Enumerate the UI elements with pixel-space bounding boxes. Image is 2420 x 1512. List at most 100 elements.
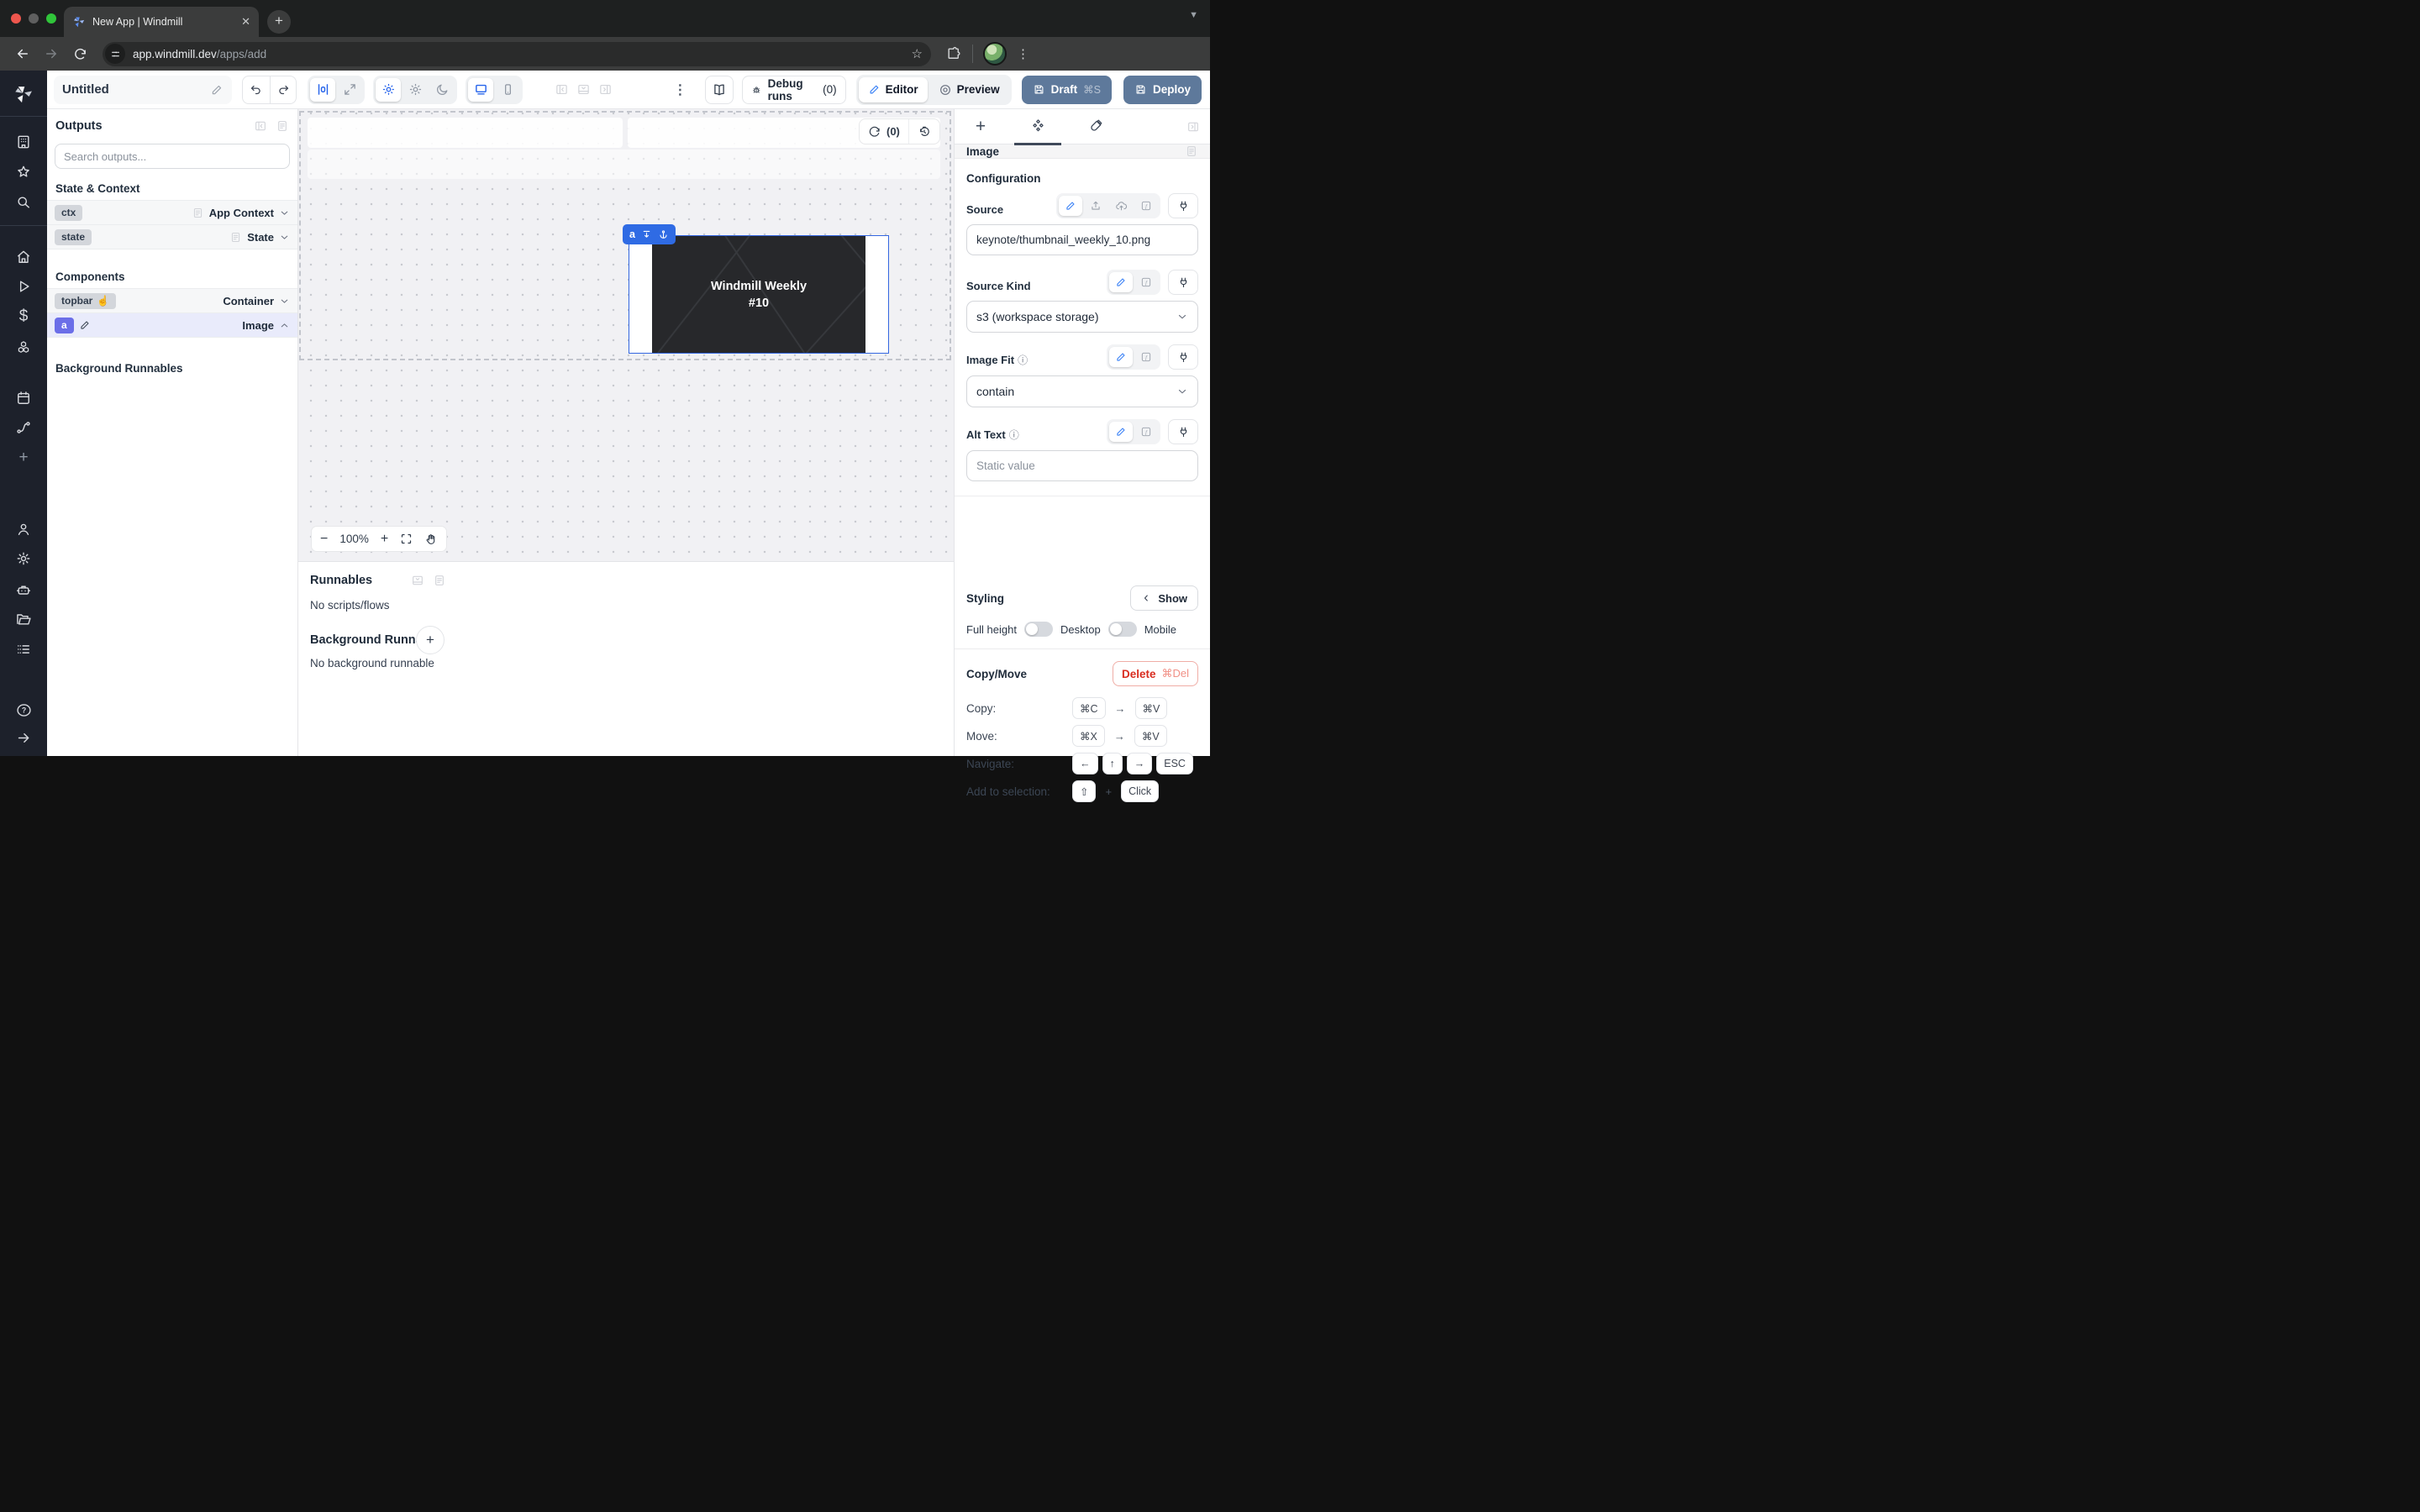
connect-plug-button[interactable] [1168,344,1198,370]
outputs-search-input[interactable] [55,144,290,169]
maximize-window-button[interactable] [46,13,56,24]
back-button[interactable] [10,41,35,66]
expand-canvas-button[interactable] [337,78,362,102]
eval-function-icon[interactable]: f [1134,347,1158,367]
draft-button[interactable]: Draft ⌘S [1022,76,1112,104]
styling-tab[interactable] [1081,109,1109,144]
redo-button[interactable] [270,76,297,103]
upload-icon[interactable] [1084,196,1107,216]
debug-runs-button[interactable]: Debug runs (0) [742,76,845,104]
browser-tab[interactable]: New App | Windmill ✕ [64,7,259,37]
windmill-logo-icon[interactable] [0,83,47,105]
cloud-upload-icon[interactable] [1109,196,1133,216]
chevron-down-icon[interactable] [279,296,290,307]
full-height-desktop-toggle[interactable] [1024,622,1053,637]
new-tab-button[interactable]: + [267,10,291,34]
reload-button[interactable] [67,41,92,66]
connect-plug-button[interactable] [1168,193,1198,218]
close-window-button[interactable] [11,13,21,24]
component-row-a[interactable]: a Image [47,312,297,338]
output-row-ctx[interactable]: ctx App Context [47,200,297,225]
workers-robot-icon[interactable] [0,581,47,598]
browser-menu-icon[interactable]: ⋮ [1017,52,1029,56]
rename-pencil-icon[interactable] [79,319,91,331]
undo-button[interactable] [243,76,270,103]
collapse-inspector-icon[interactable] [1186,120,1200,134]
static-pencil-icon[interactable] [1059,196,1082,216]
mobile-view-button[interactable] [495,78,520,102]
theme-light-sun-icon[interactable] [402,78,428,102]
static-pencil-icon[interactable] [1109,347,1133,367]
app-title-field[interactable]: Untitled [54,76,232,104]
collapse-runnables-icon[interactable] [411,574,424,587]
docs-book-button[interactable] [705,76,734,104]
toggle-bottom-panel-icon[interactable] [576,82,591,97]
extensions-puzzle-icon[interactable] [946,46,962,62]
image-fit-select[interactable]: contain [966,375,1198,407]
pan-hand-icon[interactable] [424,533,438,546]
url-bar[interactable]: app.windmill.dev/apps/add ☆ [103,42,931,66]
collapse-rail-arrow-icon[interactable] [0,730,47,746]
eval-function-icon[interactable]: f [1134,272,1158,292]
component-doc-icon[interactable] [1185,144,1198,158]
expand-down-icon[interactable] [641,229,652,240]
container-row[interactable] [308,150,940,179]
add-background-runnable-button[interactable]: + [416,626,445,654]
refresh-components-button[interactable]: (0) [860,119,908,144]
delete-component-button[interactable]: Delete ⌘Del [1113,661,1198,686]
full-height-mobile-toggle[interactable] [1108,622,1137,637]
fit-view-icon[interactable] [400,533,413,545]
minimize-window-button[interactable] [29,13,39,24]
connect-plug-button[interactable] [1168,270,1198,295]
add-plus-icon[interactable]: + [0,449,47,467]
history-button[interactable] [908,119,939,144]
logs-list-icon[interactable] [0,641,47,658]
selected-image-component[interactable]: Windmill Weekly #10 [629,235,889,354]
chevron-up-icon[interactable] [279,320,290,331]
workspace-icon[interactable] [0,134,47,150]
site-settings-icon[interactable] [105,44,125,64]
zoom-out-button[interactable]: − [320,532,328,547]
theme-dark-moon-icon[interactable] [429,78,455,102]
alt-text-input[interactable] [966,450,1198,481]
profile-avatar[interactable] [983,42,1007,66]
runnables-doc-icon[interactable] [433,574,446,587]
eval-function-icon[interactable]: f [1134,422,1158,442]
theme-auto-button[interactable] [376,78,401,102]
source-kind-select[interactable]: s3 (workspace storage) [966,301,1198,333]
help-icon[interactable]: ? [0,701,47,719]
center-layout-button[interactable] [310,78,335,102]
chevron-down-icon[interactable] [279,232,290,243]
bookmark-star-icon[interactable]: ☆ [912,46,926,61]
variables-dollar-icon[interactable]: $ [0,307,47,326]
topbar-container-cell[interactable] [308,118,623,148]
folders-icon[interactable] [0,611,47,627]
eval-function-icon[interactable]: f [1134,196,1158,216]
flows-route-icon[interactable] [0,419,47,436]
topbar-badge[interactable]: topbar☝ [55,293,116,309]
component-settings-tab[interactable] [1023,109,1052,144]
outputs-doc-icon[interactable] [276,119,289,133]
tab-search-chevron-icon[interactable]: ▼ [1189,10,1198,20]
preview-tab[interactable]: Preview [929,77,1009,102]
schedules-calendar-icon[interactable] [0,390,47,407]
search-icon[interactable] [0,194,47,211]
source-value-input[interactable]: keynote/thumbnail_weekly_10.png [966,224,1198,255]
resources-cubes-icon[interactable] [0,339,47,356]
collapse-outputs-icon[interactable] [254,119,267,133]
editor-tab[interactable]: Editor [859,77,928,102]
toolbar-kebab-menu[interactable]: ⋮ [673,81,687,98]
app-canvas[interactable]: (0) a [298,109,954,561]
desktop-view-button[interactable] [468,78,493,102]
insert-component-tab[interactable]: + [966,109,995,144]
connect-plug-button[interactable] [1168,419,1198,444]
toggle-right-panel-icon[interactable] [598,82,613,97]
a-badge[interactable]: a [55,318,74,333]
settings-gear-icon[interactable] [0,550,47,567]
selected-component-chip[interactable]: a [623,224,676,244]
home-icon[interactable] [0,249,47,265]
static-pencil-icon[interactable] [1109,272,1133,292]
chevron-down-icon[interactable] [279,207,290,218]
component-row-topbar[interactable]: topbar☝ Container [47,288,297,313]
runs-play-icon[interactable] [0,278,47,295]
